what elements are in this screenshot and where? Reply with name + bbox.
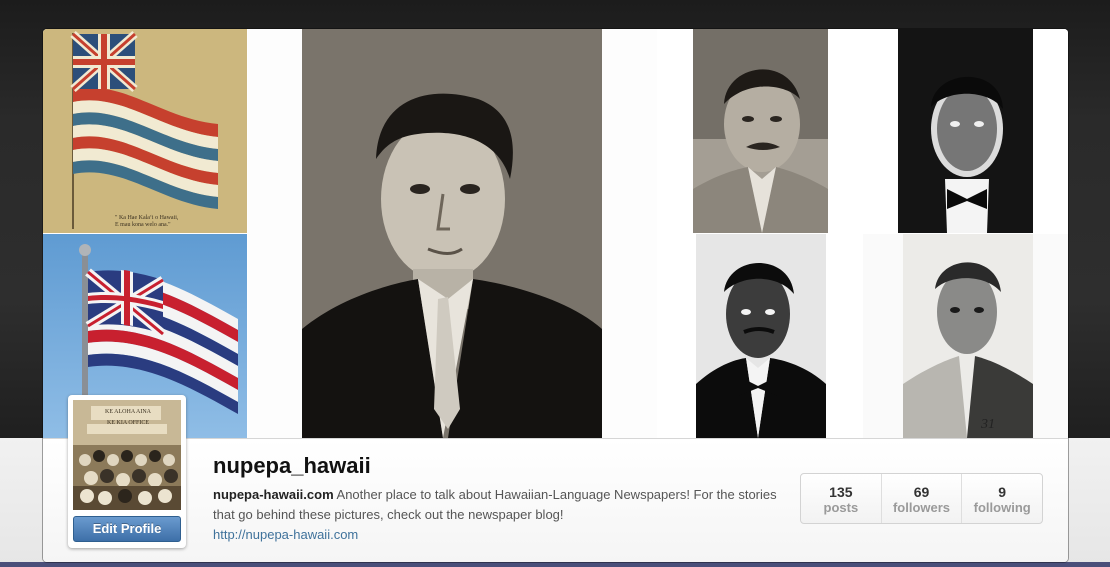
numbered-portrait-image bbox=[863, 234, 1068, 438]
bowtie-man-portrait-image bbox=[863, 29, 1068, 233]
vintage-flag-image bbox=[43, 29, 247, 233]
portrait-number-label: 31 bbox=[981, 417, 995, 432]
photo-tile-young-man-portrait[interactable] bbox=[248, 29, 657, 438]
photo-grid: " Ka Hae Kalaʻi o Hawaii, E mau kona wel… bbox=[43, 29, 1068, 438]
bowtie-man-portrait-2-image bbox=[658, 234, 862, 438]
stat-followers[interactable]: 69 followers bbox=[880, 474, 962, 523]
avatar-sign: KE ALOHA AINA KE KIA OFFICE bbox=[93, 407, 163, 429]
profile-website-link[interactable]: http://nupepa-hawaii.com bbox=[213, 527, 358, 542]
photo-tile-bowtie-man-portrait-2[interactable] bbox=[658, 234, 862, 438]
avatar[interactable]: KE ALOHA AINA KE KIA OFFICE bbox=[73, 400, 181, 510]
stat-posts-count: 135 bbox=[829, 484, 853, 500]
profile-username: nupepa_hawaii bbox=[213, 453, 371, 478]
profile-stats: 135 posts 69 followers 9 following bbox=[800, 473, 1043, 524]
stat-followers-label: followers bbox=[892, 500, 951, 515]
edit-profile-button[interactable]: Edit Profile bbox=[73, 516, 181, 542]
stat-posts-label: posts bbox=[823, 500, 859, 515]
flag-caption-line-1: " Ka Hae Kalaʻi o Hawaii, bbox=[115, 215, 179, 221]
mustache-man-portrait-image bbox=[658, 29, 862, 233]
photo-tile-mustache-man-portrait[interactable] bbox=[658, 29, 862, 233]
young-man-portrait-image bbox=[248, 29, 657, 438]
stat-followers-count: 69 bbox=[913, 484, 930, 500]
stat-posts[interactable]: 135 posts bbox=[801, 474, 881, 523]
bio-site-link[interactable]: nupepa-hawaii.com bbox=[213, 487, 334, 502]
page-bottom-strip bbox=[0, 562, 1110, 567]
flag-caption-line-2: E mau kona welo ana." bbox=[115, 222, 171, 228]
profile-bio: nupepa-hawaii.com Another place to talk … bbox=[213, 485, 783, 525]
stat-following[interactable]: 9 following bbox=[961, 474, 1042, 523]
stat-following-label: following bbox=[973, 500, 1031, 515]
flag-caption: " Ka Hae Kalaʻi o Hawaii, E mau kona wel… bbox=[115, 215, 178, 229]
photo-tile-bowtie-man-portrait[interactable] bbox=[863, 29, 1068, 233]
photo-tile-numbered-portrait[interactable]: 31 bbox=[863, 234, 1068, 438]
avatar-sign-line-1: KE ALOHA AINA bbox=[105, 409, 151, 415]
avatar-frame: KE ALOHA AINA KE KIA OFFICE Edit Profile bbox=[68, 395, 186, 548]
photo-tile-vintage-flag[interactable]: " Ka Hae Kalaʻi o Hawaii, E mau kona wel… bbox=[43, 29, 247, 233]
stat-following-count: 9 bbox=[998, 484, 1007, 500]
avatar-sign-line-2: KE KIA OFFICE bbox=[106, 420, 149, 426]
